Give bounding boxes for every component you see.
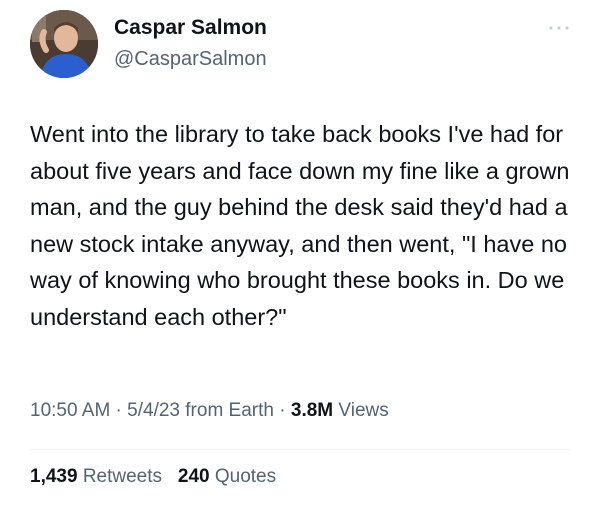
- retweets-count: 1,439: [30, 466, 78, 487]
- tweet-stats: 1,439 Retweets 240 Quotes: [30, 466, 276, 488]
- meta-separator: ·: [273, 400, 291, 421]
- avatar[interactable]: [30, 10, 98, 78]
- meta-separator: ·: [110, 400, 128, 421]
- tweet-source: from Earth: [180, 400, 274, 421]
- divider: [30, 449, 570, 450]
- more-horizontal-icon[interactable]: [545, 18, 573, 38]
- quotes-count: 240: [177, 466, 210, 487]
- tweet-date[interactable]: 5/4/23: [127, 400, 180, 421]
- tweet-meta: 10:50 AM · 5/4/23 from Earth · 3.8M View…: [30, 400, 389, 422]
- tweet-card: Caspar Salmon @CasparSalmon Went into th…: [0, 0, 600, 510]
- profile-photo-icon: [30, 10, 98, 78]
- quotes-label: Quotes: [209, 466, 277, 487]
- author-handle[interactable]: @CasparSalmon: [114, 48, 267, 71]
- tweet-time[interactable]: 10:50 AM: [30, 400, 110, 421]
- tweet-text: Went into the library to take back books…: [30, 121, 570, 330]
- retweets-label: Retweets: [77, 466, 163, 487]
- author-display-name[interactable]: Caspar Salmon: [114, 16, 267, 40]
- views-label: Views: [333, 400, 389, 421]
- views-count: 3.8M: [290, 400, 334, 421]
- retweets-stat[interactable]: 1,439 Retweets: [30, 466, 162, 487]
- quotes-stat[interactable]: 240 Quotes: [178, 466, 276, 487]
